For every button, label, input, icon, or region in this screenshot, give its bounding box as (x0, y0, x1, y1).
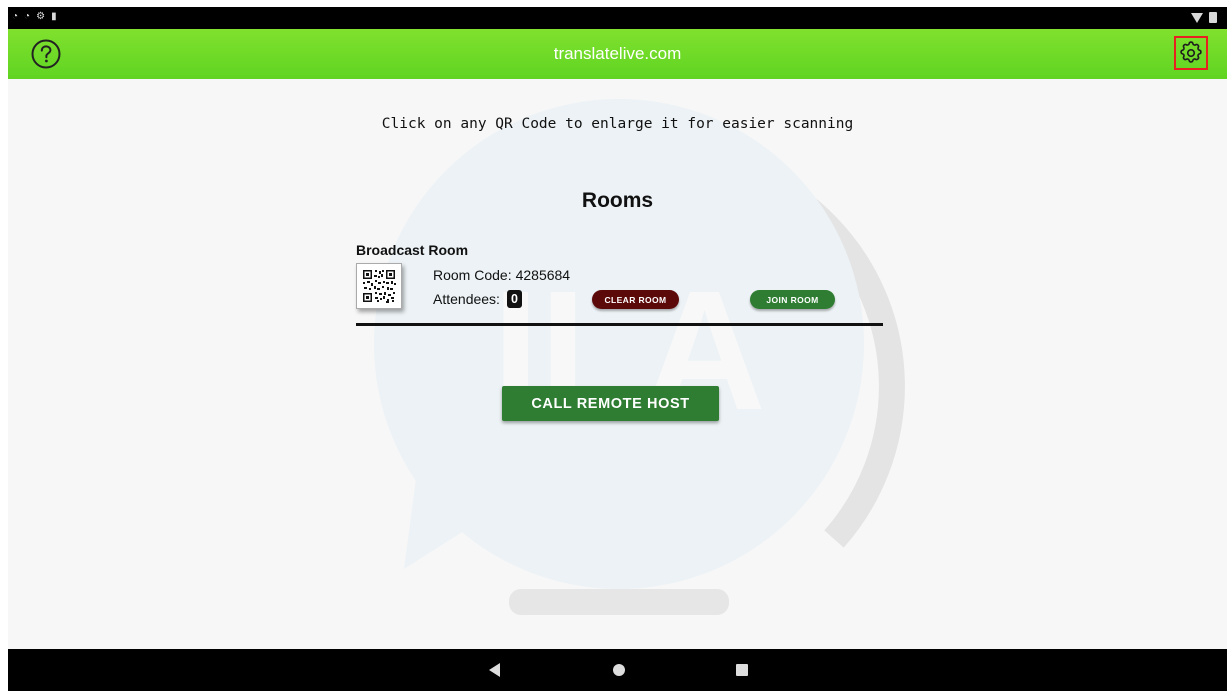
notification-icon: ◔ (12, 11, 19, 22)
clear-room-button[interactable]: CLEAR ROOM (592, 290, 679, 309)
attendees: Attendees: 0 (433, 290, 522, 308)
app-screen: ◔ ◔ ⚙ ▮ translatelive.com ILA Click on a… (8, 7, 1227, 691)
gear-small-icon: ⚙ (36, 11, 46, 22)
main-content: ILA Click on any QR Code to enlarge it f… (8, 79, 1227, 649)
rooms-heading: Rooms (581, 189, 654, 212)
system-navigation-bar (8, 649, 1227, 691)
room-divider (356, 323, 883, 326)
room-code: Room Code: 4285684 (433, 267, 570, 283)
room-name: Broadcast Room (356, 242, 469, 258)
app-bar: translatelive.com (8, 29, 1227, 79)
wifi-icon (1191, 12, 1203, 23)
ila-watermark-logo: ILA (374, 99, 905, 615)
join-room-button[interactable]: JOIN ROOM (750, 290, 835, 309)
notification-icon: ◔ (24, 11, 31, 22)
room-code-label: Room Code: (433, 267, 512, 283)
gear-icon (1180, 41, 1202, 63)
app-title: translatelive.com (553, 44, 682, 63)
home-circle-icon[interactable] (613, 664, 625, 676)
back-triangle-icon[interactable] (489, 663, 500, 677)
battery-icon (1209, 12, 1217, 23)
call-remote-host-button[interactable]: CALL REMOTE HOST (502, 386, 719, 421)
room-code-value: 4285684 (515, 267, 571, 283)
attendees-label: Attendees: (433, 291, 500, 307)
recents-square-icon[interactable] (736, 664, 748, 676)
room-qr-code[interactable] (356, 263, 402, 309)
qr-code-icon (357, 264, 401, 308)
sd-card-icon: ▮ (51, 11, 57, 22)
status-bar: ◔ ◔ ⚙ ▮ (8, 7, 1227, 29)
qr-hint-text: Click on any QR Code to enlarge it for e… (381, 116, 854, 132)
settings-button[interactable] (1174, 36, 1208, 70)
status-system-icons (1191, 12, 1217, 23)
status-notification-icons: ◔ ◔ ⚙ ▮ (12, 11, 57, 22)
attendees-count-badge: 0 (506, 290, 522, 308)
